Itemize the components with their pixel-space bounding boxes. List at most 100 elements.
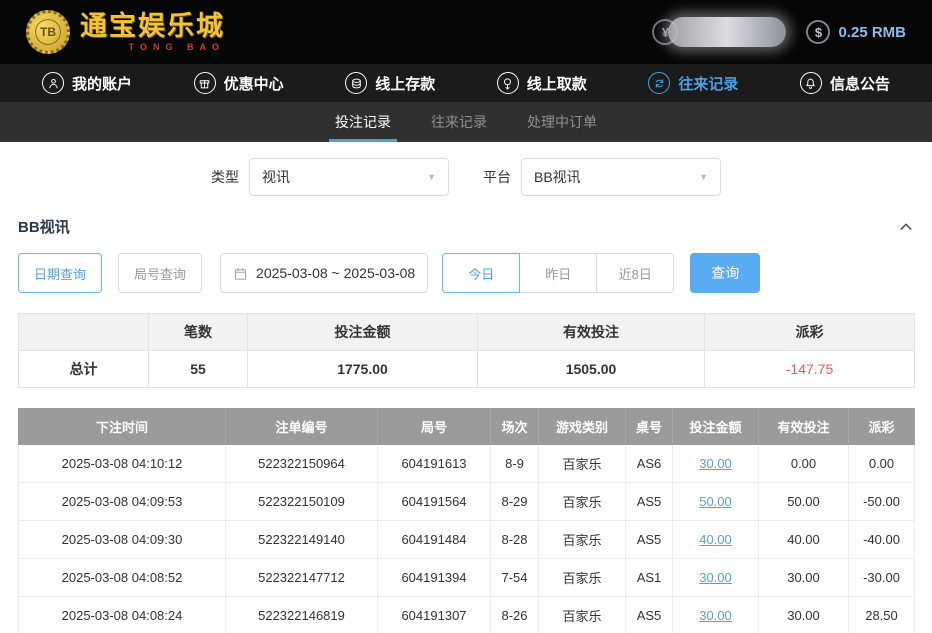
dollar-icon: $ (806, 20, 830, 44)
session-cell: 8-29 (491, 483, 539, 521)
deposit-coins-icon (345, 72, 367, 94)
summary-header-bet-amount: 投注金额 (248, 314, 478, 351)
bet-amount-cell[interactable]: 30.00 (673, 559, 759, 597)
header-bet-amount: 投注金额 (673, 409, 759, 445)
user-icon (42, 72, 64, 94)
platform-select[interactable]: BB视讯 ▼ (521, 158, 721, 196)
tab-pending-orders[interactable]: 处理中订单 (521, 102, 603, 142)
header-bet-time: 下注时间 (19, 409, 226, 445)
bet-amount-cell[interactable]: 50.00 (673, 483, 759, 521)
nav-item-label: 优惠中心 (224, 73, 284, 94)
bet-amount-link[interactable]: 50.00 (699, 494, 732, 509)
order-number-cell: 522322146819 (226, 597, 378, 633)
withdraw-coin-icon (497, 72, 519, 94)
top-header: TB 通宝娱乐城 TONG BAO ¥ $ 0.25 RMB (0, 0, 932, 64)
round-number-cell: 604191564 (378, 483, 491, 521)
bet-time-cell: 2025-03-08 04:09:30 (19, 521, 226, 559)
bet-time-cell: 2025-03-08 04:10:12 (19, 445, 226, 483)
nav-item-withdraw[interactable]: 线上取款 (497, 72, 587, 94)
session-cell: 8-26 (491, 597, 539, 633)
header-table-number: 桌号 (626, 409, 673, 445)
username-blurred (668, 17, 786, 47)
bell-icon (800, 72, 822, 94)
round-number-cell: 604191484 (378, 521, 491, 559)
valid-bet-cell: 40.00 (759, 521, 849, 559)
sub-nav: 投注记录 往来记录 处理中订单 (0, 102, 932, 142)
bets-table: 下注时间 注单编号 局号 场次 游戏类别 桌号 投注金额 有效投注 派彩 202… (18, 408, 915, 633)
header-valid-bet: 有效投注 (759, 409, 849, 445)
bet-amount-link[interactable]: 30.00 (699, 608, 732, 623)
today-button[interactable]: 今日 (442, 253, 520, 293)
bets-header-row: 下注时间 注单编号 局号 场次 游戏类别 桌号 投注金额 有效投注 派彩 (19, 409, 915, 445)
date-query-button[interactable]: 日期查询 (18, 253, 102, 293)
order-number-cell: 522322150964 (226, 445, 378, 483)
session-cell: 8-9 (491, 445, 539, 483)
tab-transaction-records[interactable]: 往来记录 (425, 102, 493, 142)
table-row: 2025-03-08 04:08:52522322147712604191394… (19, 559, 915, 597)
bet-amount-cell[interactable]: 40.00 (673, 521, 759, 559)
quick-date-group: 今日 昨日 近8日 (442, 253, 674, 293)
summary-header-blank (19, 314, 149, 351)
logo-text: 通宝娱乐城 TONG BAO (80, 13, 225, 52)
table-number-cell: AS5 (626, 597, 673, 633)
summary-header-count: 笔数 (149, 314, 248, 351)
summary-header-row: 笔数 投注金额 有效投注 派彩 (19, 314, 915, 351)
nav-item-my-account[interactable]: 我的账户 (42, 72, 132, 94)
summary-table: 笔数 投注金额 有效投注 派彩 总计 55 1775.00 1505.00 -1… (18, 313, 915, 388)
game-type-cell: 百家乐 (539, 521, 626, 559)
summary-total-row: 总计 55 1775.00 1505.00 -147.75 (19, 351, 915, 388)
table-row: 2025-03-08 04:09:53522322150109604191564… (19, 483, 915, 521)
table-number-cell: AS1 (626, 559, 673, 597)
nav-item-records[interactable]: 往来记录 (648, 72, 738, 94)
tab-betting-records[interactable]: 投注记录 (329, 102, 397, 142)
type-label: 类型 (211, 167, 239, 187)
payout-cell: -50.00 (849, 483, 915, 521)
logo-subtitle: TONG BAO (80, 42, 225, 52)
bet-time-cell: 2025-03-08 04:09:53 (19, 483, 226, 521)
round-query-button[interactable]: 局号查询 (118, 253, 202, 293)
section-head: BB视讯 (18, 216, 914, 237)
summary-total-label: 总计 (19, 351, 149, 388)
session-cell: 7-54 (491, 559, 539, 597)
last-8-days-button[interactable]: 近8日 (596, 253, 674, 293)
game-type-cell: 百家乐 (539, 445, 626, 483)
bet-amount-link[interactable]: 30.00 (699, 456, 732, 471)
yesterday-button[interactable]: 昨日 (519, 253, 597, 293)
table-row: 2025-03-08 04:09:30522322149140604191484… (19, 521, 915, 559)
summary-header-payout: 派彩 (705, 314, 915, 351)
game-type-cell: 百家乐 (539, 559, 626, 597)
collapse-section-button[interactable] (898, 219, 914, 235)
header-session: 场次 (491, 409, 539, 445)
header-round-number: 局号 (378, 409, 491, 445)
bet-amount-link[interactable]: 40.00 (699, 532, 732, 547)
nav-item-label: 信息公告 (830, 73, 890, 94)
bet-amount-link[interactable]: 30.00 (699, 570, 732, 585)
platform-select-value: BB视讯 (534, 167, 581, 187)
nav-item-announcements[interactable]: 信息公告 (800, 72, 890, 94)
search-button[interactable]: 查询 (690, 253, 760, 293)
table-row: 2025-03-08 04:10:12522322150964604191613… (19, 445, 915, 483)
summary-payout: -147.75 (705, 351, 915, 388)
bet-amount-cell[interactable]: 30.00 (673, 597, 759, 633)
payout-cell: -40.00 (849, 521, 915, 559)
chevron-up-icon (898, 219, 914, 235)
session-cell: 8-28 (491, 521, 539, 559)
order-number-cell: 522322149140 (226, 521, 378, 559)
round-number-cell: 604191394 (378, 559, 491, 597)
date-range-input[interactable]: 2025-03-08 ~ 2025-03-08 (220, 253, 428, 293)
nav-item-deposit[interactable]: 线上存款 (345, 72, 435, 94)
bet-amount-cell[interactable]: 30.00 (673, 445, 759, 483)
topbar-right: ¥ $ 0.25 RMB (652, 17, 906, 47)
logo[interactable]: TB 通宝娱乐城 TONG BAO (26, 10, 225, 54)
chevron-down-icon: ▼ (427, 172, 436, 182)
type-select[interactable]: 视讯 ▼ (249, 158, 449, 196)
bet-time-cell: 2025-03-08 04:08:24 (19, 597, 226, 633)
valid-bet-cell: 50.00 (759, 483, 849, 521)
valid-bet-cell: 30.00 (759, 597, 849, 633)
main-nav: 我的账户 优惠中心 线上存款 线上取款 往来记录 (0, 64, 932, 102)
nav-item-promotions[interactable]: 优惠中心 (194, 72, 284, 94)
type-select-value: 视讯 (262, 167, 290, 187)
payout-cell: -30.00 (849, 559, 915, 597)
nav-item-label: 线上取款 (527, 73, 587, 94)
header-payout: 派彩 (849, 409, 915, 445)
